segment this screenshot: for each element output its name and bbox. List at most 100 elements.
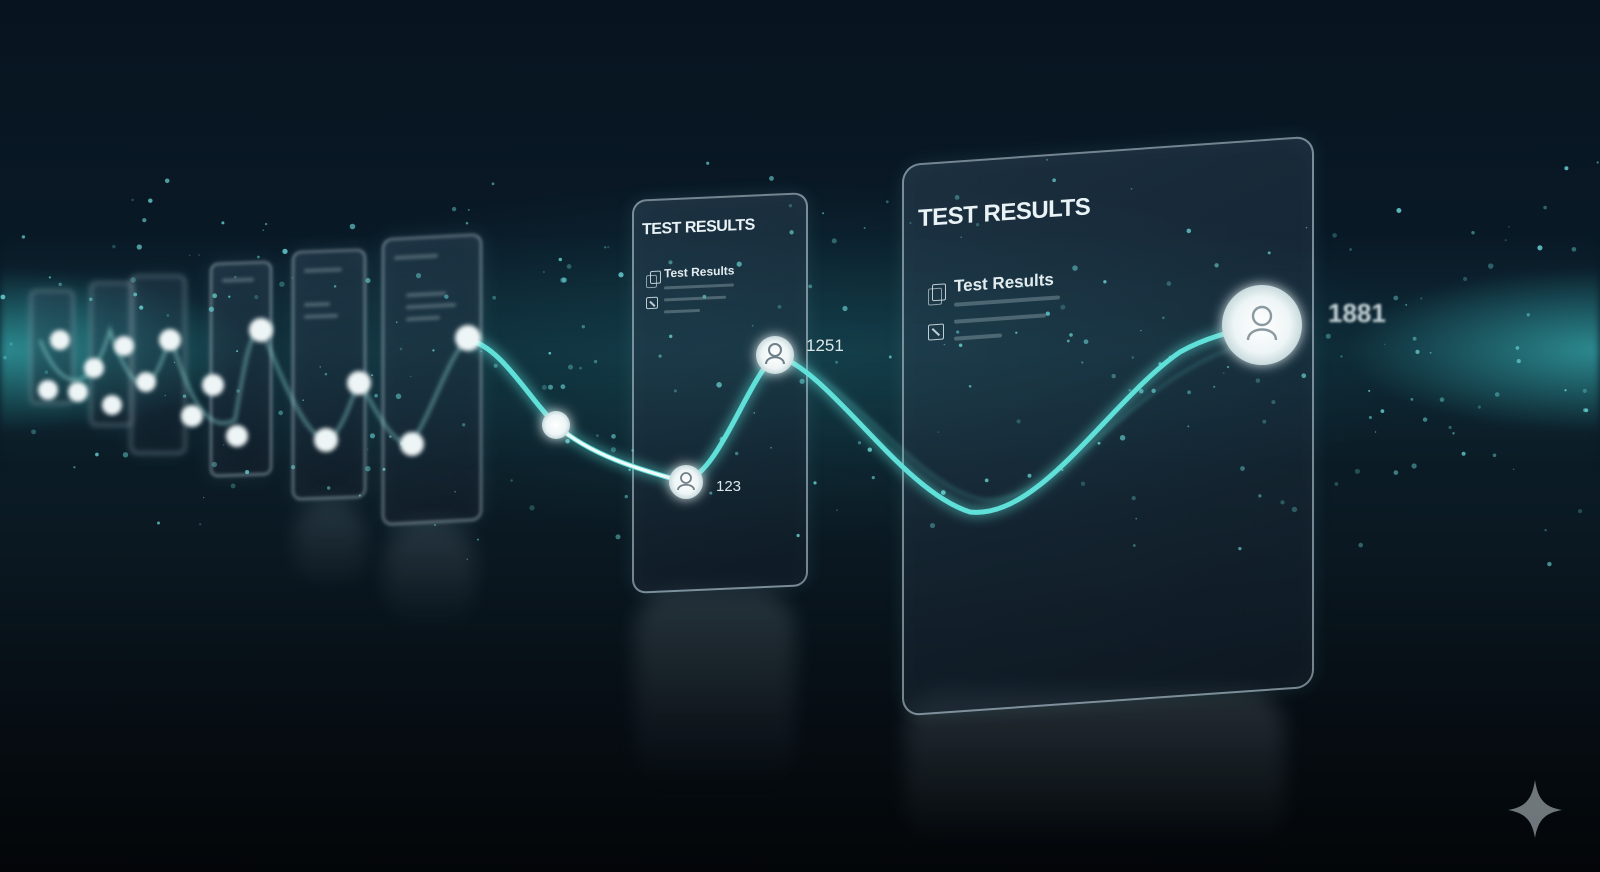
particle — [1340, 355, 1343, 358]
particle — [130, 277, 136, 283]
particle — [1547, 561, 1552, 567]
particle — [1452, 432, 1455, 435]
particle — [1166, 281, 1172, 286]
particle — [940, 490, 946, 496]
particle — [1301, 373, 1307, 379]
particle — [1140, 329, 1142, 332]
particle — [48, 276, 52, 279]
particle — [142, 218, 147, 223]
particle — [327, 486, 331, 490]
particle — [1080, 481, 1086, 487]
particle — [968, 384, 972, 388]
particle — [789, 230, 794, 235]
particle — [1412, 336, 1417, 341]
particle — [3, 355, 7, 360]
particle — [415, 273, 422, 279]
timeline-node — [68, 382, 88, 402]
particle — [491, 182, 495, 186]
particle — [770, 446, 772, 449]
particle — [863, 226, 866, 229]
particle — [618, 272, 624, 278]
particle — [542, 271, 545, 273]
particle — [1291, 506, 1298, 513]
particle — [1027, 473, 1032, 478]
particle — [1537, 245, 1543, 251]
particle — [885, 200, 889, 204]
particle — [929, 523, 936, 529]
particle — [1420, 297, 1423, 300]
particle — [658, 354, 662, 358]
particle — [374, 393, 378, 398]
particle — [541, 384, 547, 390]
particle — [1571, 246, 1577, 252]
particle — [493, 363, 498, 368]
particle — [1226, 365, 1230, 369]
particle — [1405, 304, 1408, 306]
particle — [58, 282, 62, 287]
particle — [399, 347, 403, 351]
particle — [199, 523, 202, 526]
particle — [1577, 508, 1583, 514]
particle — [909, 221, 912, 225]
particle — [937, 431, 940, 433]
particle — [1422, 417, 1428, 422]
particle — [9, 342, 13, 346]
particle — [1046, 158, 1049, 161]
particle — [960, 236, 963, 239]
particle — [842, 305, 848, 312]
particle — [222, 444, 225, 446]
timeline-node — [181, 405, 203, 427]
particle — [624, 494, 628, 499]
particle — [369, 433, 376, 439]
particle — [566, 264, 572, 269]
timeline-node — [249, 318, 273, 342]
particle — [164, 394, 166, 397]
particle — [1396, 208, 1402, 213]
particle — [1411, 463, 1417, 469]
user-node — [756, 336, 794, 374]
particle — [133, 292, 138, 297]
particle — [835, 360, 839, 364]
particle — [1131, 356, 1135, 359]
particle — [254, 295, 259, 300]
timeline-node — [542, 411, 570, 439]
particle — [319, 366, 321, 368]
particle — [1582, 388, 1587, 393]
particle — [1045, 311, 1050, 316]
timeline-node — [102, 395, 122, 415]
particle — [1131, 495, 1136, 501]
particle — [709, 491, 713, 495]
particle — [182, 394, 187, 398]
particle — [202, 496, 205, 499]
timeline-curve-layer — [0, 158, 1599, 838]
particle — [857, 441, 862, 445]
particle — [388, 435, 392, 438]
particle — [95, 452, 99, 457]
particle — [198, 254, 200, 256]
particle — [466, 558, 469, 561]
particle — [477, 538, 479, 541]
particle — [888, 355, 892, 359]
timeline-curve-shadow — [779, 343, 1246, 502]
particle — [1280, 500, 1285, 505]
particle — [1374, 431, 1377, 433]
particle — [358, 494, 361, 497]
particle — [73, 466, 76, 469]
particle — [1021, 285, 1024, 288]
particle — [324, 372, 328, 376]
particle — [1015, 331, 1018, 334]
particle — [444, 294, 449, 299]
far-node-group — [38, 318, 481, 456]
particle — [365, 278, 371, 284]
particle — [736, 261, 742, 267]
particle — [1512, 468, 1515, 471]
particle — [112, 244, 116, 249]
particle — [1543, 205, 1547, 210]
particle — [958, 343, 963, 348]
particle — [173, 361, 176, 364]
particle — [371, 374, 374, 377]
particle — [1222, 372, 1225, 374]
particle — [1526, 313, 1530, 317]
timeline-curve-highlight — [555, 423, 686, 484]
particle — [264, 222, 268, 226]
